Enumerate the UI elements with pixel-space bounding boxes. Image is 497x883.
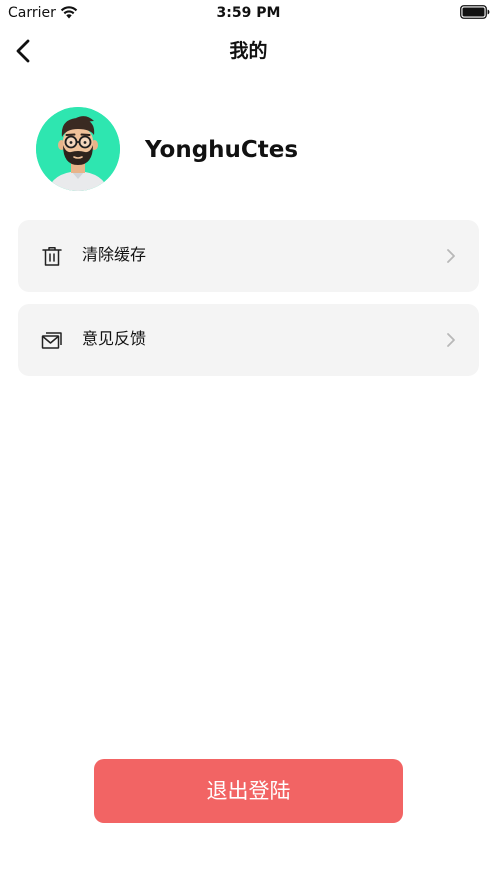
- mail-icon: [41, 332, 62, 349]
- clear-cache-label: 清除缓存: [82, 245, 147, 264]
- battery-icon: [460, 5, 490, 19]
- clear-cache-item[interactable]: 清除缓存: [18, 220, 479, 292]
- status-bar: Carrier 3:59 PM: [0, 0, 497, 26]
- bearded-man-avatar-icon: [36, 107, 120, 191]
- chevron-right-icon: [447, 333, 455, 347]
- trash-icon: [42, 247, 62, 266]
- avatar[interactable]: [36, 107, 120, 191]
- page-title: 我的: [229, 40, 268, 62]
- username: YonghuCtes: [145, 137, 299, 163]
- feedback-label: 意见反馈: [82, 329, 147, 348]
- nav-bar: 我的: [0, 26, 497, 74]
- logout-button[interactable]: 退出登陆: [94, 759, 403, 823]
- feedback-item[interactable]: 意见反馈: [18, 304, 479, 376]
- status-time: 3:59 PM: [216, 5, 281, 21]
- chevron-right-icon: [447, 249, 455, 263]
